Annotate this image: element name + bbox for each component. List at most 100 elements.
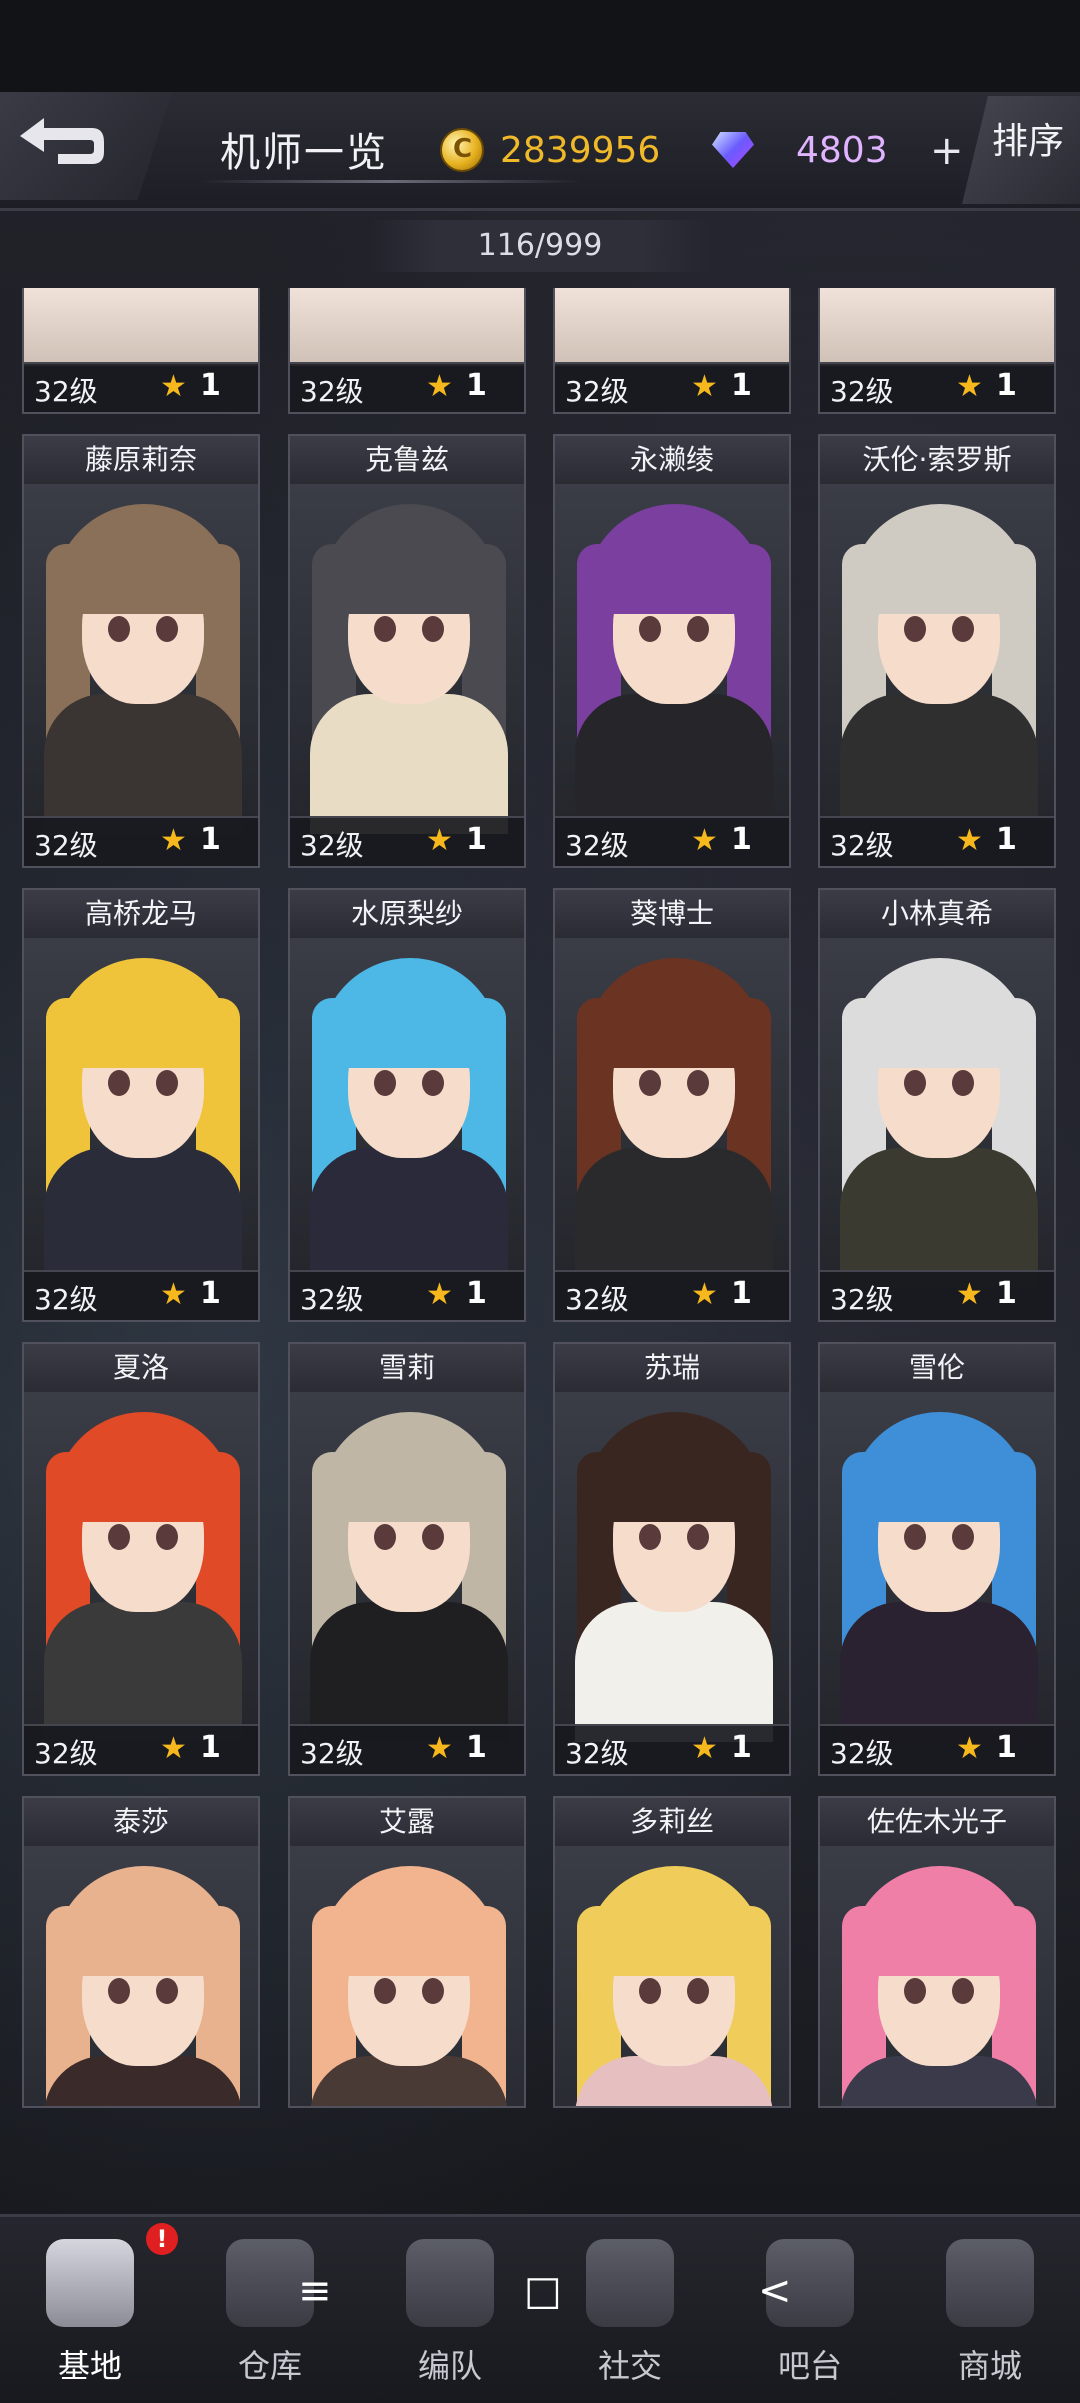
alert-badge: !: [146, 2223, 178, 2255]
shop-robot-icon: [946, 2239, 1034, 2327]
pilot-card[interactable]: 高桥龙马 32级 ★ 1: [22, 888, 260, 1322]
pilot-level: 32级: [830, 1283, 894, 1316]
pilot-card-footer: 32级 ★ 1: [555, 1724, 789, 1774]
pilot-level: 32级: [565, 1283, 629, 1316]
nav-label: 编队: [417, 2347, 482, 2385]
pilot-card[interactable]: 佐佐木光子: [818, 1796, 1056, 2108]
pilot-name: 水原梨纱: [290, 890, 524, 938]
pilot-card-footer: 32级 ★ 1: [290, 362, 524, 412]
pilot-level: 32级: [565, 375, 629, 408]
pilot-card-footer: 32级 ★ 1: [820, 1270, 1054, 1320]
pilot-stars: 1: [731, 368, 752, 403]
star-icon: ★: [956, 1731, 983, 1766]
pilot-level: 32级: [830, 1737, 894, 1770]
star-icon: ★: [160, 1731, 187, 1766]
nav-item-5[interactable]: 吧台: [720, 2217, 900, 2403]
pilot-card[interactable]: 艾露: [288, 1796, 526, 2108]
pilot-card[interactable]: 雪伦 32级 ★ 1: [818, 1342, 1056, 1776]
pilot-portrait: [290, 288, 524, 366]
handshake-icon: [586, 2239, 674, 2327]
pilot-stars: 1: [731, 822, 752, 857]
pilot-stars: 1: [200, 1730, 221, 1765]
pilot-card[interactable]: 泰莎: [22, 1796, 260, 2108]
pilot-stars: 1: [996, 1730, 1017, 1765]
star-icon: ★: [426, 1277, 453, 1312]
pilot-name: 高桥龙马: [24, 890, 258, 938]
pilot-card[interactable]: 小林真希 32级 ★ 1: [818, 888, 1056, 1322]
pilot-card[interactable]: 水原梨纱 32级 ★ 1: [288, 888, 526, 1322]
pilot-name: 夏洛: [24, 1344, 258, 1392]
star-icon: ★: [691, 823, 718, 858]
pilot-stars: 1: [996, 368, 1017, 403]
star-icon: ★: [426, 369, 453, 404]
pilot-card[interactable]: 苏瑞 32级 ★ 1: [553, 1342, 791, 1776]
pilot-card[interactable]: 藤原莉奈 32级 ★ 1: [22, 434, 260, 868]
pilot-name: 葵博士: [555, 890, 789, 938]
nav-item-4[interactable]: 社交: [540, 2217, 720, 2403]
pilot-card[interactable]: 雪莉 32级 ★ 1: [288, 1342, 526, 1776]
pilot-portrait: [555, 484, 789, 834]
pilot-portrait: [24, 484, 258, 834]
pilot-portrait: [24, 288, 258, 366]
pilot-name: 雪莉: [290, 1344, 524, 1392]
pilot-portrait: [820, 1846, 1054, 2106]
pilot-card-footer: 32级 ★ 1: [24, 1270, 258, 1320]
pilot-card[interactable]: 夏洛 32级 ★ 1: [22, 1342, 260, 1776]
helmet-icon: [406, 2239, 494, 2327]
pilot-card[interactable]: 克鲁兹 32级 ★ 1: [288, 434, 526, 868]
pilot-portrait: [820, 288, 1054, 366]
pilot-card[interactable]: 多莉丝: [553, 1796, 791, 2108]
pilot-level: 32级: [300, 1737, 364, 1770]
pilot-card-footer: 32级 ★ 1: [290, 1724, 524, 1774]
pilot-name: 雪伦: [820, 1344, 1054, 1392]
star-icon: ★: [956, 369, 983, 404]
pilot-card-footer: 32级 ★ 1: [290, 1270, 524, 1320]
pilot-name: 多莉丝: [555, 1798, 789, 1846]
pilot-grid: 32级 ★ 1 32级 ★ 1 32级 ★ 1 32级 ★ 1 藤原莉奈 32级 ★ 1 克鲁兹 32级 ★ 1 永濑绫…: [0, 0, 1080, 2200]
pilot-name: 艾露: [290, 1798, 524, 1846]
pilot-level: 32级: [34, 375, 98, 408]
star-icon: ★: [160, 369, 187, 404]
pilot-card-partial[interactable]: 32级 ★ 1: [553, 288, 791, 414]
pilot-card[interactable]: 永濑绫 32级 ★ 1: [553, 434, 791, 868]
nav-item-2[interactable]: 仓库: [180, 2217, 360, 2403]
nav-item-3[interactable]: 编队: [360, 2217, 540, 2403]
pilot-card-footer: 32级 ★ 1: [555, 362, 789, 412]
pilot-card[interactable]: 葵博士 32级 ★ 1: [553, 888, 791, 1322]
pilot-level: 32级: [34, 1283, 98, 1316]
pilot-portrait: [290, 1846, 524, 2106]
pilot-name: 藤原莉奈: [24, 436, 258, 484]
pilot-card-partial[interactable]: 32级 ★ 1: [288, 288, 526, 414]
pilot-name: 沃伦·索罗斯: [820, 436, 1054, 484]
nav-item-1[interactable]: 基地!: [0, 2217, 180, 2403]
pilot-card-partial[interactable]: 32级 ★ 1: [818, 288, 1056, 414]
pilot-portrait: [820, 484, 1054, 834]
nav-label: 仓库: [237, 2347, 302, 2385]
system-home-button[interactable]: □: [524, 2268, 562, 2314]
pilot-name: 泰莎: [24, 1798, 258, 1846]
pilot-name: 苏瑞: [555, 1344, 789, 1392]
nav-label: 基地: [57, 2347, 122, 2385]
pilot-card-footer: 32级 ★ 1: [820, 1724, 1054, 1774]
pilot-name: 小林真希: [820, 890, 1054, 938]
pilot-card-partial[interactable]: 32级 ★ 1: [22, 288, 260, 414]
pilot-name: 克鲁兹: [290, 436, 524, 484]
pilot-card-footer: 32级 ★ 1: [555, 816, 789, 866]
system-back-button[interactable]: <: [758, 2268, 792, 2314]
pilot-stars: 1: [200, 368, 221, 403]
star-icon: ★: [956, 1277, 983, 1312]
pilot-stars: 1: [466, 1276, 487, 1311]
pilot-stars: 1: [996, 1276, 1017, 1311]
nav-label: 吧台: [777, 2347, 842, 2385]
pilot-portrait: [555, 1392, 789, 1742]
pilot-portrait: [290, 1392, 524, 1742]
pilot-level: 32级: [34, 1737, 98, 1770]
pilot-stars: 1: [466, 1730, 487, 1765]
star-icon: ★: [691, 1731, 718, 1766]
pilot-level: 32级: [300, 829, 364, 862]
system-menu-button[interactable]: ≡: [298, 2268, 332, 2314]
pilot-stars: 1: [200, 1276, 221, 1311]
pilot-card[interactable]: 沃伦·索罗斯 32级 ★ 1: [818, 434, 1056, 868]
pilot-portrait: [290, 484, 524, 834]
nav-item-6[interactable]: 商城: [900, 2217, 1080, 2403]
